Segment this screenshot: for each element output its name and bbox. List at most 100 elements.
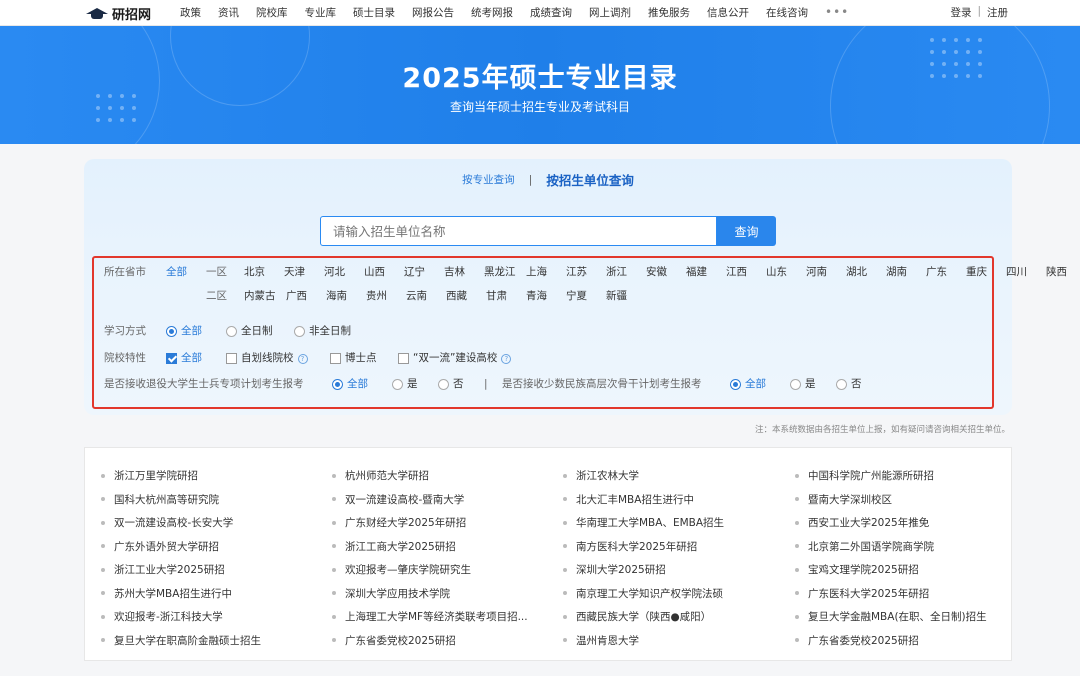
list-item[interactable]: 复旦大学在职高阶金融硕士招生 bbox=[101, 629, 261, 653]
login-link[interactable]: 登录 bbox=[950, 5, 971, 20]
list-item[interactable]: 暨南大学深圳校区 bbox=[795, 488, 987, 512]
nav-item[interactable]: 院校库 bbox=[256, 5, 288, 20]
list-item[interactable]: 深圳大学应用技术学院 bbox=[332, 582, 528, 606]
self-line-option[interactable]: 自划线院校? bbox=[226, 350, 330, 365]
nav-item[interactable]: 专业库 bbox=[305, 5, 337, 20]
province-option[interactable]: 青海 bbox=[526, 288, 566, 303]
tab-by-major[interactable]: 按专业查询 bbox=[462, 172, 515, 187]
list-item[interactable]: 苏州大学MBA招生进行中 bbox=[101, 582, 261, 606]
province-option[interactable]: 吉林 bbox=[444, 264, 484, 279]
veteran-all-option[interactable]: 全部 bbox=[332, 376, 392, 391]
province-option[interactable]: 四川 bbox=[1006, 264, 1046, 279]
province-option[interactable]: 辽宁 bbox=[404, 264, 444, 279]
doctoral-option[interactable]: 博士点 bbox=[330, 350, 398, 365]
list-item[interactable]: 浙江工商大学2025研招 bbox=[332, 535, 528, 559]
province-option[interactable]: 广东 bbox=[926, 264, 966, 279]
province-all[interactable]: 全部 bbox=[166, 264, 206, 279]
list-item[interactable]: 中国科学院广州能源所研招 bbox=[795, 464, 987, 488]
province-option[interactable]: 贵州 bbox=[366, 288, 406, 303]
province-option[interactable]: 新疆 bbox=[606, 288, 646, 303]
study-fulltime-option[interactable]: 全日制 bbox=[226, 323, 294, 338]
list-item[interactable]: 广东外语外贸大学研招 bbox=[101, 535, 261, 559]
list-item[interactable]: 浙江万里学院研招 bbox=[101, 464, 261, 488]
register-link[interactable]: 注册 bbox=[987, 5, 1008, 20]
province-option[interactable]: 西藏 bbox=[446, 288, 486, 303]
minority-yes-option[interactable]: 是 bbox=[790, 376, 836, 391]
list-item[interactable]: 复旦大学金融MBA(在职、全日制)招生 bbox=[795, 605, 987, 629]
list-item[interactable]: 宝鸡文理学院2025研招 bbox=[795, 558, 987, 582]
list-item[interactable]: 南方医科大学2025年研招 bbox=[563, 535, 724, 559]
province-option[interactable]: 山西 bbox=[364, 264, 404, 279]
nav-item[interactable]: 信息公开 bbox=[707, 5, 749, 20]
site-logo[interactable]: 研招网 bbox=[86, 3, 151, 23]
province-option[interactable]: 江苏 bbox=[566, 264, 606, 279]
list-item[interactable]: 北京第二外国语学院商学院 bbox=[795, 535, 987, 559]
list-item[interactable]: 西安工业大学2025年推免 bbox=[795, 511, 987, 535]
nav-item[interactable]: 政策 bbox=[180, 5, 201, 20]
list-item[interactable]: 浙江农林大学 bbox=[563, 464, 724, 488]
study-all-option[interactable]: 全部 bbox=[166, 323, 226, 338]
list-item[interactable]: 浙江工业大学2025研招 bbox=[101, 558, 261, 582]
nav-item[interactable]: 硕士目录 bbox=[353, 5, 395, 20]
province-option[interactable]: 江西 bbox=[726, 264, 766, 279]
province-option[interactable]: 湖北 bbox=[846, 264, 886, 279]
unit-search-input[interactable] bbox=[321, 217, 716, 245]
list-item[interactable]: 温州肯恩大学 bbox=[563, 629, 724, 653]
list-item[interactable]: 双一流建设高校-长安大学 bbox=[101, 511, 261, 535]
list-item[interactable]: 西藏民族大学（陕西●咸阳） bbox=[563, 605, 724, 629]
school-all-option[interactable]: 全部 bbox=[166, 350, 226, 365]
double-first-class-option[interactable]: “双一流”建设高校? bbox=[398, 350, 512, 365]
list-item[interactable]: 南京理工大学知识产权学院法硕 bbox=[563, 582, 724, 606]
province-option[interactable]: 甘肃 bbox=[486, 288, 526, 303]
help-icon[interactable]: ? bbox=[297, 354, 308, 364]
province-option[interactable]: 海南 bbox=[326, 288, 366, 303]
tab-by-unit[interactable]: 按招生单位查询 bbox=[546, 170, 634, 189]
list-item[interactable]: 广东省委党校2025研招 bbox=[332, 629, 528, 653]
province-option[interactable]: 浙江 bbox=[606, 264, 646, 279]
more-menu-icon[interactable]: ••• bbox=[825, 5, 849, 19]
nav-item[interactable]: 成绩查询 bbox=[530, 5, 572, 20]
nav-item[interactable]: 网报公告 bbox=[412, 5, 454, 20]
veteran-no-option[interactable]: 否 bbox=[438, 376, 484, 391]
nav-item[interactable]: 统考网报 bbox=[471, 5, 513, 20]
province-option[interactable]: 湖南 bbox=[886, 264, 926, 279]
list-item[interactable]: 国科大杭州高等研究院 bbox=[101, 488, 261, 512]
list-item[interactable]: 上海理工大学MF等经济类联考项目招... bbox=[332, 605, 528, 629]
province-option[interactable]: 宁夏 bbox=[566, 288, 606, 303]
province-option[interactable]: 广西 bbox=[286, 288, 326, 303]
nav-item[interactable]: 推免服务 bbox=[648, 5, 690, 20]
list-item[interactable]: 欢迎报考—肇庆学院研究生 bbox=[332, 558, 528, 582]
minority-no-option[interactable]: 否 bbox=[836, 376, 862, 391]
list-item[interactable]: 广东财经大学2025年研招 bbox=[332, 511, 528, 535]
veteran-yes-option[interactable]: 是 bbox=[392, 376, 438, 391]
study-parttime-option[interactable]: 非全日制 bbox=[294, 323, 351, 338]
list-item[interactable]: 华南理工大学MBA、EMBA招生 bbox=[563, 511, 724, 535]
province-option[interactable]: 北京 bbox=[244, 264, 284, 279]
province-option[interactable]: 陕西 bbox=[1046, 264, 1080, 279]
list-item[interactable]: 广东医科大学2025年研招 bbox=[795, 582, 987, 606]
nav-item[interactable]: 在线咨询 bbox=[766, 5, 808, 20]
province-option[interactable]: 河北 bbox=[324, 264, 364, 279]
list-item[interactable]: 深圳大学2025研招 bbox=[563, 558, 724, 582]
province-option[interactable]: 河南 bbox=[806, 264, 846, 279]
province-option[interactable]: 内蒙古 bbox=[244, 288, 286, 303]
province-option[interactable]: 山东 bbox=[766, 264, 806, 279]
nav-item[interactable]: 网上调剂 bbox=[589, 5, 631, 20]
province-option[interactable]: 天津 bbox=[284, 264, 324, 279]
province-option[interactable]: 云南 bbox=[406, 288, 446, 303]
help-icon[interactable]: ? bbox=[501, 354, 512, 364]
minority-all-option[interactable]: 全部 bbox=[730, 376, 790, 391]
list-item[interactable]: 广东省委党校2025研招 bbox=[795, 629, 987, 653]
search-button[interactable]: 查询 bbox=[717, 216, 776, 246]
nav-item[interactable]: 资讯 bbox=[218, 5, 239, 20]
province-option[interactable]: 黑龙江 bbox=[484, 264, 526, 279]
list-item[interactable]: 杭州师范大学研招 bbox=[332, 464, 528, 488]
province-option[interactable]: 福建 bbox=[686, 264, 726, 279]
province-option[interactable]: 重庆 bbox=[966, 264, 1006, 279]
list-item[interactable]: 双一流建设高校-暨南大学 bbox=[332, 488, 528, 512]
province-option[interactable]: 安徽 bbox=[646, 264, 686, 279]
list-item[interactable]: 北大汇丰MBA招生进行中 bbox=[563, 488, 724, 512]
list-item[interactable]: 欢迎报考-浙江科技大学 bbox=[101, 605, 261, 629]
bullet-icon bbox=[795, 497, 799, 502]
province-option[interactable]: 上海 bbox=[526, 264, 566, 279]
